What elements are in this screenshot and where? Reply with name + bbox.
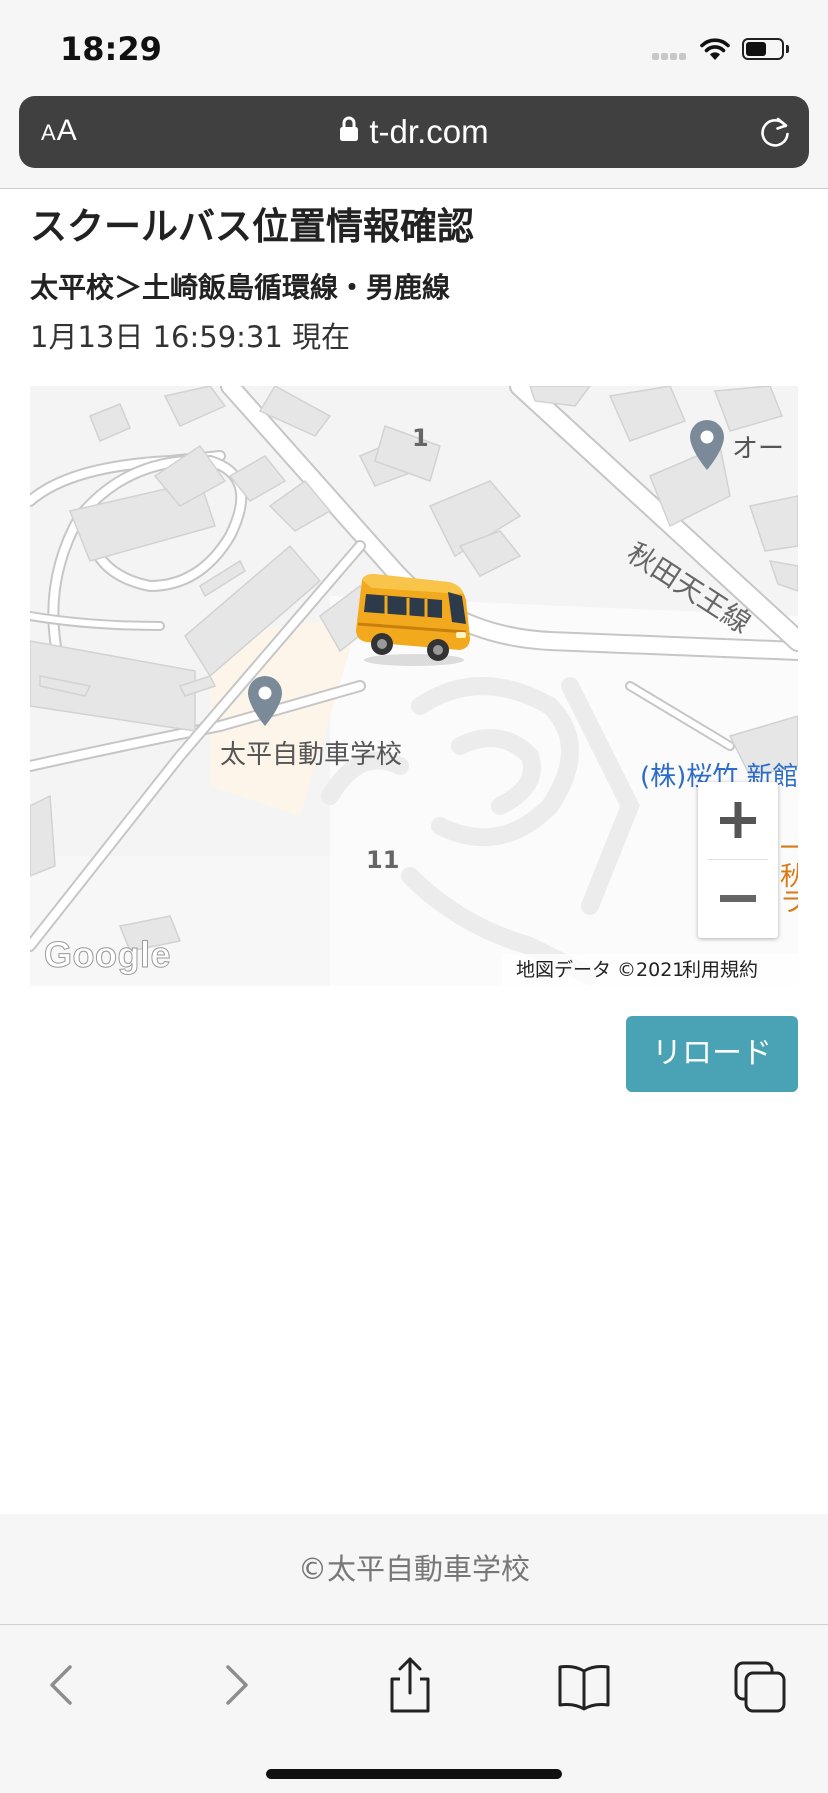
status-time: 18:29 (60, 30, 162, 68)
share-icon[interactable] (380, 1655, 440, 1715)
zoom-control (698, 782, 778, 938)
block-number-11: 11 (366, 846, 400, 874)
page-title: スクールバス位置情報確認 (30, 205, 474, 248)
home-indicator (266, 1769, 562, 1779)
back-icon[interactable] (32, 1655, 92, 1715)
status-bar: 18:29 (0, 0, 828, 92)
poi-label-orange-3[interactable]: ラ (780, 882, 798, 919)
forward-icon[interactable] (206, 1655, 266, 1715)
battery-icon (742, 38, 784, 60)
map-data-copyright: 地図データ ©2021 (516, 959, 685, 981)
bookmarks-icon[interactable] (554, 1655, 614, 1715)
school-label[interactable]: 太平自動車学校 (220, 734, 402, 771)
url-text: t-dr.com (369, 113, 489, 150)
url-display[interactable]: t-dr.com (19, 96, 809, 168)
route-name: 太平校＞土崎飯島循環線・男鹿線 (30, 271, 451, 304)
zoom-in-button[interactable] (698, 782, 778, 859)
lock-icon (340, 116, 359, 141)
map-pin-icon[interactable] (688, 418, 726, 472)
map-pin-icon[interactable] (246, 674, 284, 728)
wifi-icon (700, 38, 730, 60)
cellular-signal-icon (652, 53, 688, 61)
tabs-icon[interactable] (730, 1655, 790, 1715)
location-timestamp: 1月13日 16:59:31 現在 (30, 320, 351, 354)
site-footer: ©太平自動車学校 (0, 1514, 828, 1624)
bus-icon[interactable] (352, 572, 474, 668)
poi-label-top-right[interactable]: オー (732, 428, 784, 465)
map-view[interactable]: 1 11 太平自動車学校 オー 秋田天王線 (株)桜竹 新館 一 秋 ラ Goo… (30, 386, 798, 986)
map-base-layer (30, 386, 798, 986)
zoom-out-button[interactable] (698, 860, 778, 937)
browser-address-area: AA t-dr.com (0, 92, 828, 189)
battery-cap (786, 45, 789, 53)
address-bar[interactable]: AA t-dr.com (19, 96, 809, 168)
reload-button[interactable]: リロード (626, 1016, 798, 1092)
google-logo[interactable]: Google (44, 934, 172, 976)
map-attribution: 地図データ ©2021 利用規約 (502, 954, 798, 986)
reload-icon[interactable] (757, 114, 793, 150)
browser-toolbar (0, 1624, 828, 1793)
block-number-1: 1 (412, 424, 429, 452)
terms-link[interactable]: 利用規約 (682, 954, 758, 986)
